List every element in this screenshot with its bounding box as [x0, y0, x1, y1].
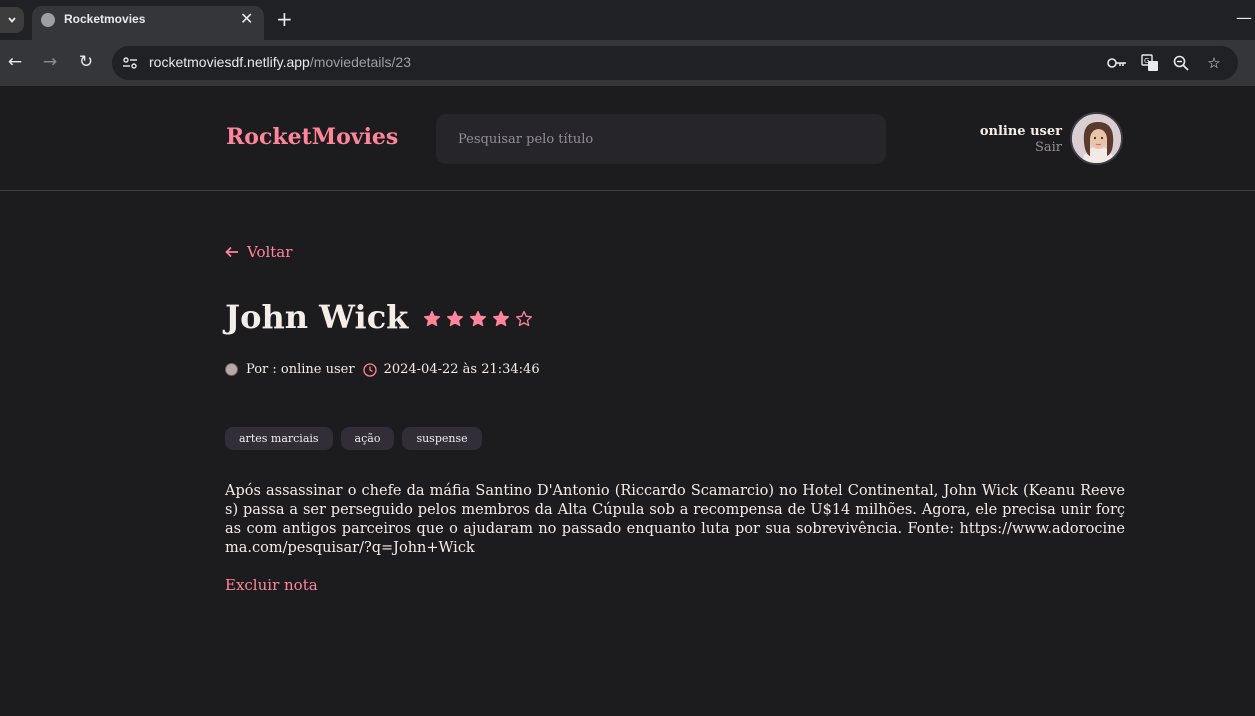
minimize-button[interactable]: — [1236, 8, 1252, 27]
back-label: Voltar [247, 243, 293, 261]
author-label: Por : online user [246, 362, 355, 377]
star-outline-icon [516, 310, 533, 327]
browser-toolbar: ← → ↻ rocketmoviesdf.netlify.app/moviede… [0, 40, 1255, 86]
globe-icon [41, 13, 55, 27]
author-avatar [225, 363, 238, 376]
tab-title: Rocketmovies [64, 12, 146, 26]
browser-tab-bar: Rocketmovies ✕ + — [0, 0, 1255, 40]
rating-stars [423, 310, 533, 328]
tag-item: suspense [402, 427, 482, 450]
star-filled-icon [424, 310, 441, 327]
avatar[interactable] [1070, 112, 1123, 165]
translate-icon[interactable]: G [1139, 53, 1161, 73]
movie-title-row: John Wick [225, 298, 533, 336]
forward-arrow-icon[interactable]: → [39, 51, 61, 73]
created-at: 2024-04-22 às 21:34:46 [383, 362, 540, 377]
reload-icon[interactable]: ↻ [75, 51, 97, 73]
logout-link[interactable]: Sair [1035, 140, 1062, 155]
search-input[interactable] [436, 114, 886, 164]
back-link[interactable]: Voltar [225, 243, 292, 261]
password-key-icon[interactable] [1106, 53, 1128, 73]
url-text: rocketmoviesdf.netlify.app/moviedetails/… [149, 54, 411, 70]
zoom-icon[interactable] [1170, 53, 1192, 73]
delete-note-button[interactable]: Excluir nota [225, 576, 318, 594]
movie-title: John Wick [225, 298, 409, 336]
new-tab-button[interactable]: + [276, 9, 293, 29]
star-filled-icon [447, 310, 464, 327]
arrow-left-icon [225, 246, 238, 258]
chevron-down-icon [8, 17, 16, 23]
star-filled-icon [493, 310, 510, 327]
app-header: RocketMovies online user Sair [0, 86, 1255, 191]
site-settings-icon[interactable] [121, 54, 139, 72]
movie-description: Após assassinar o chefe da máfia Santino… [225, 483, 1125, 556]
svg-text:G: G [1144, 57, 1149, 65]
browser-tab[interactable]: Rocketmovies ✕ [32, 6, 264, 40]
tab-list-button[interactable] [0, 7, 24, 33]
tag-item: ação [340, 427, 395, 450]
user-name[interactable]: online user [980, 124, 1062, 139]
clock-icon [362, 362, 377, 377]
close-icon[interactable]: ✕ [240, 9, 253, 28]
brand-logo[interactable]: RocketMovies [226, 124, 398, 150]
star-filled-icon [470, 310, 487, 327]
tag-list: artes marciais ação suspense [225, 427, 482, 450]
back-arrow-icon[interactable]: ← [4, 51, 26, 73]
note-meta: Por : online user 2024-04-22 às 21:34:46 [225, 362, 540, 377]
address-bar[interactable]: rocketmoviesdf.netlify.app/moviedetails/… [112, 46, 1238, 80]
tag-item: artes marciais [225, 427, 333, 450]
user-profile: online user Sair [960, 110, 1125, 166]
bookmark-star-icon[interactable]: ☆ [1203, 53, 1225, 73]
